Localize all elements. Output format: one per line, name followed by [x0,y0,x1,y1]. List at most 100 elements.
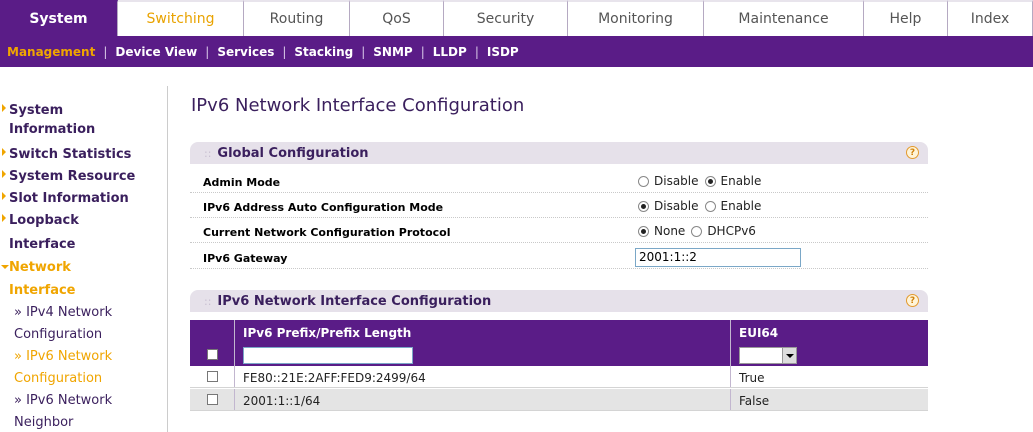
column-divider [234,320,235,344]
tab-switching[interactable]: Switching [118,0,244,36]
tab-maintenance[interactable]: Maintenance [704,0,864,36]
row-checkbox[interactable] [207,394,218,405]
nav-label: System [9,103,64,118]
ipv6-gateway-label: IPv6 Gateway [203,252,288,265]
admin-mode-label: Admin Mode [203,176,281,189]
nav-label: Loopback [9,213,79,228]
submenu-device-view[interactable]: Device View [115,45,197,59]
nav-ipv6-network-neighbor-cont[interactable]: Neighbor [14,415,73,430]
tab-monitoring[interactable]: Monitoring [568,0,704,36]
column-divider [234,344,235,366]
header-eui64: EUI64 [739,326,779,340]
table-row: FE80::21E:2AFF:FED9:2499/64 True [190,366,928,388]
prefix-cell: FE80::21E:2AFF:FED9:2499/64 [243,371,426,385]
header-prefix: IPv6 Prefix/Prefix Length [243,326,412,340]
network-protocol-radio-group: None DHCPv6 [638,224,762,238]
row-checkbox[interactable] [207,371,218,382]
nav-system-resource[interactable]: System Resource [2,169,135,184]
submenu-lldp[interactable]: LLDP [433,45,467,59]
nav-loopback-interface-cont[interactable]: Interface [9,237,76,252]
submenu-management[interactable]: Management [7,45,95,59]
left-navigation: System Information Switch Statistics Sys… [0,86,168,432]
help-icon[interactable]: ? [906,294,919,307]
auto-config-mode-label: IPv6 Address Auto Configuration Mode [203,201,444,214]
network-protocol-row: Current Network Configuration Protocol N… [190,221,928,243]
prefix-cell: 2001:1::1/64 [243,394,321,408]
radio-label: Enable [720,174,762,188]
auto-config-enable-radio[interactable] [704,200,716,212]
submenu-isdp[interactable]: ISDP [487,45,519,59]
separator: | [420,44,425,59]
tab-help[interactable]: Help [864,0,948,36]
nav-label: Information [9,122,96,137]
auto-config-disable-radio[interactable] [638,200,649,212]
auto-config-mode-row: IPv6 Address Auto Configuration Mode Dis… [190,196,928,218]
nav-network-interface-cont[interactable]: Interface [9,283,76,298]
select-all-checkbox[interactable] [207,349,218,360]
tab-security[interactable]: Security [444,0,568,36]
submenu-services[interactable]: Services [217,45,274,59]
network-protocol-label: Current Network Configuration Protocol [203,226,451,239]
panel-title: IPv6 Network Interface Configuration [217,293,492,309]
nav-ipv6-network-config-cont[interactable]: Configuration [14,371,102,386]
grip-icon: :: [204,294,212,308]
nav-network-interface[interactable]: Network [1,260,71,275]
table-filter-row [190,344,928,366]
tab-system[interactable]: System [0,0,118,36]
admin-mode-disable-radio[interactable] [638,175,649,187]
auto-config-radio-group: Disable Enable [638,199,767,213]
nav-ipv6-network-config[interactable]: » IPv6 Network [14,349,112,364]
arrow-right-icon [2,170,6,178]
tab-index[interactable]: Index [948,0,1033,36]
submenu-stacking[interactable]: Stacking [294,45,353,59]
nav-system-information[interactable]: System [2,103,64,118]
global-config-header: :: Global Configuration ? [190,142,928,164]
nav-loopback-interface[interactable]: Loopback [2,213,79,228]
nav-ipv4-network-config-cont[interactable]: Configuration [14,327,102,342]
help-icon[interactable]: ? [906,146,919,159]
nav-label: Interface [9,237,76,252]
nav-ipv6-network-neighbor[interactable]: » IPv6 Network [14,393,112,408]
top-tab-bar: System Switching Routing QoS Security Mo… [0,0,1033,36]
column-divider [234,389,235,410]
eui64-select[interactable] [739,347,797,364]
protocol-none-radio[interactable] [638,225,649,237]
nav-slot-information[interactable]: Slot Information [2,191,129,206]
tab-qos[interactable]: QoS [350,0,444,36]
chevron-down-icon[interactable] [782,348,796,363]
radio-label: Disable [654,174,699,188]
arrow-right-icon [2,214,6,222]
separator: | [282,44,287,59]
nav-label: Interface [9,283,76,298]
tab-routing[interactable]: Routing [244,0,350,36]
arrow-right-icon [2,192,6,200]
arrow-down-icon [1,265,9,269]
column-divider [234,366,235,387]
admin-mode-row: Admin Mode Disable Enable [190,171,928,193]
eui64-cell: False [739,394,770,408]
ipv6-gateway-input[interactable]: 2001:1::2 [635,248,801,267]
submenu-snmp[interactable]: SNMP [373,45,412,59]
table-row: 2001:1::1/64 False [190,389,928,411]
table-header: IPv6 Prefix/Prefix Length EUI64 [190,320,928,344]
protocol-dhcpv6-radio[interactable] [691,225,703,237]
column-divider [730,320,731,344]
nav-label: Switch Statistics [9,147,132,162]
nav-system-information-cont[interactable]: Information [9,122,95,137]
separator: | [474,44,479,59]
prefix-input[interactable] [243,347,413,364]
admin-mode-enable-radio[interactable] [704,175,716,187]
nav-label: Network [9,260,71,275]
nav-switch-statistics[interactable]: Switch Statistics [2,147,132,162]
admin-mode-radio-group: Disable Enable [638,174,767,188]
separator: | [205,44,210,59]
radio-label: DHCPv6 [707,224,756,238]
column-divider [730,366,731,387]
arrow-right-icon [2,104,6,112]
nav-ipv4-network-config[interactable]: » IPv4 Network [14,305,112,320]
radio-label: None [654,224,686,238]
column-divider [730,344,731,366]
page-title: IPv6 Network Interface Configuration [191,95,525,116]
eui64-cell: True [739,371,765,385]
radio-label: Disable [654,199,699,213]
